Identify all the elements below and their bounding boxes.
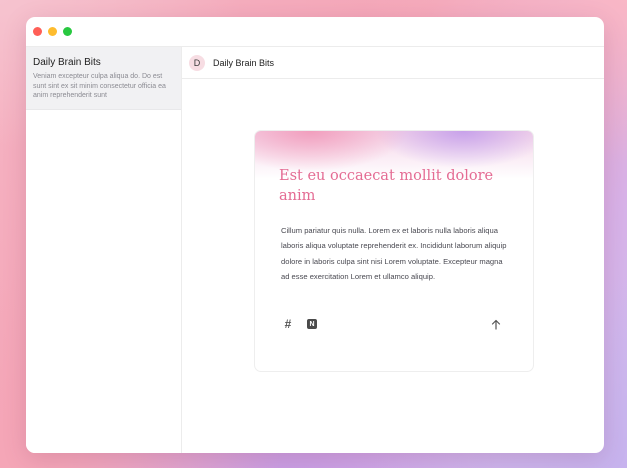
app-window: Daily Brain Bits Veniam excepteur culpa … (26, 17, 604, 453)
page-title: Daily Brain Bits (213, 57, 275, 68)
title-bar (26, 17, 604, 47)
arrow-up-icon (491, 319, 501, 330)
notion-icon[interactable]: N (305, 317, 319, 331)
card-footer: # N (281, 317, 503, 331)
minimize-window-button[interactable] (48, 27, 57, 36)
sidebar-item-snippet: Veniam excepteur culpa aliqua do. Do est… (33, 73, 166, 99)
sidebar-item-title: Daily Brain Bits (33, 57, 101, 68)
share-icon[interactable] (489, 317, 503, 331)
sidebar-item-daily-brain-bits[interactable]: Daily Brain Bits Veniam excepteur culpa … (26, 47, 181, 110)
hash-icon[interactable]: # (281, 317, 295, 331)
note-card[interactable]: Est eu occaecat mollit dolore anim Cillu… (254, 130, 534, 372)
notion-logo-glyph: N (307, 319, 317, 329)
card-body: Cillum pariatur quis nulla. Lorem ex et … (281, 226, 507, 282)
main-panel: D Daily Brain Bits Est eu occaecat molli… (182, 47, 604, 453)
avatar[interactable]: D (189, 54, 205, 71)
sidebar: Daily Brain Bits Veniam excepteur culpa … (26, 47, 182, 453)
main-header: D Daily Brain Bits (182, 47, 604, 79)
close-window-button[interactable] (33, 27, 42, 36)
zoom-window-button[interactable] (63, 27, 72, 36)
card-title: Est eu occaecat mollit dolore anim (279, 168, 494, 204)
